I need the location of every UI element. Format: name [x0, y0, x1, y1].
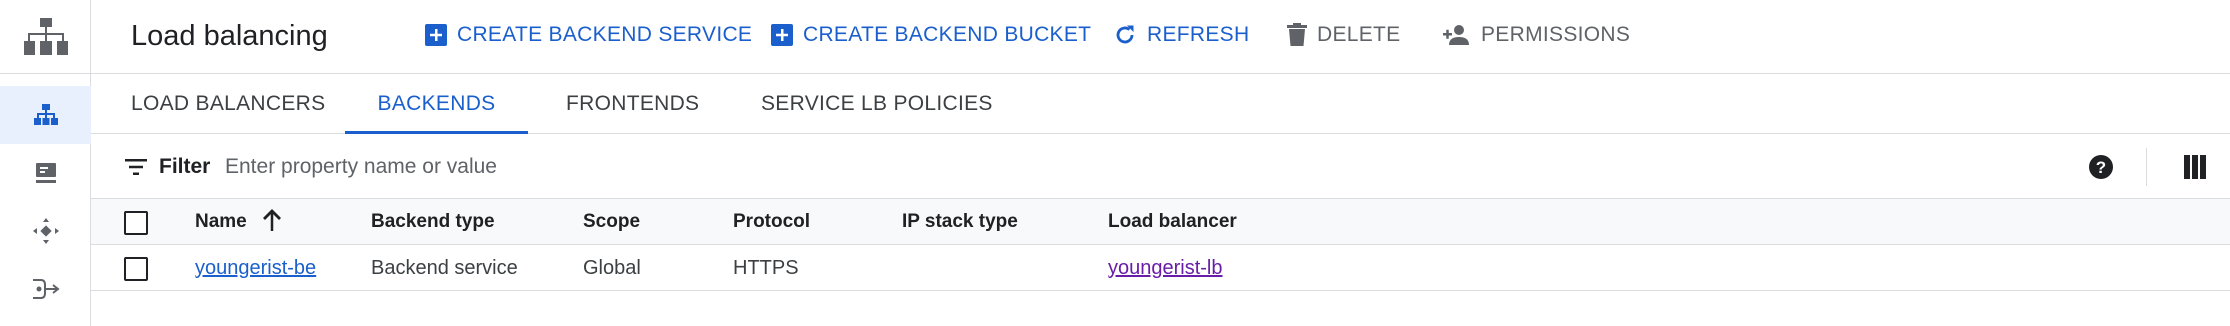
create-backend-bucket-label: CREATE BACKEND BUCKET [803, 23, 1092, 46]
table-header-row: Name Backend type Scope Protocol IP stac… [91, 199, 2230, 245]
delete-label: DELETE [1317, 23, 1401, 46]
permissions-button[interactable]: PERMISSIONS [1443, 18, 1630, 52]
product-logo[interactable] [0, 0, 91, 74]
rail-item-instances[interactable] [0, 144, 91, 202]
rail-item-routing[interactable] [0, 202, 91, 260]
tab-service-lb-policies[interactable]: SERVICE LB POLICIES [761, 74, 993, 134]
svg-text:?: ? [2096, 158, 2106, 177]
filter-label: Filter [159, 155, 211, 178]
backend-type-cell: Backend service [371, 257, 518, 279]
backend-name-link[interactable]: youngerist-be [195, 245, 316, 291]
person-add-icon [1443, 25, 1469, 45]
create-backend-service-button[interactable]: CREATE BACKEND SERVICE [425, 18, 752, 52]
page-header: Load balancing CREATE BACKEND SERVICE CR… [91, 0, 2230, 74]
column-header-scope[interactable]: Scope [583, 199, 640, 245]
tab-bar: LOAD BALANCERS BACKENDS FRONTENDS SERVIC… [91, 74, 2230, 134]
column-header-ip-stack-type[interactable]: IP stack type [902, 199, 1018, 245]
routing-diamond-icon [32, 218, 59, 244]
row-select-checkbox[interactable] [124, 257, 148, 281]
toolbar-divider [2146, 148, 2147, 186]
help-icon[interactable]: ? [2088, 154, 2114, 180]
filter-button[interactable]: Filter [125, 150, 210, 184]
sort-ascending-icon [263, 208, 282, 231]
column-header-load-balancer[interactable]: Load balancer [1108, 199, 1237, 245]
add-box-icon [425, 24, 447, 46]
table-row: youngerist-be Backend service Global HTT… [91, 245, 2230, 291]
tab-frontends[interactable]: FRONTENDS [566, 74, 699, 134]
select-all-checkbox[interactable] [124, 211, 148, 235]
filter-input[interactable] [225, 146, 1125, 188]
traffic-split-icon [32, 279, 60, 299]
filter-bar: Filter ? [91, 134, 2230, 199]
rail-item-traffic[interactable] [0, 260, 91, 318]
protocol-cell: HTTPS [733, 257, 799, 279]
permissions-label: PERMISSIONS [1481, 23, 1631, 46]
create-backend-bucket-button[interactable]: CREATE BACKEND BUCKET [771, 18, 1091, 52]
column-header-protocol[interactable]: Protocol [733, 199, 810, 245]
scope-cell: Global [583, 257, 641, 279]
add-box-icon [771, 24, 793, 46]
delete-button[interactable]: DELETE [1287, 18, 1401, 52]
page-title: Load balancing [131, 20, 328, 52]
tab-load-balancers[interactable]: LOAD BALANCERS [131, 74, 325, 134]
refresh-label: REFRESH [1147, 23, 1250, 46]
tab-backends[interactable]: BACKENDS [345, 74, 528, 134]
column-header-name-label: Name [195, 211, 247, 232]
backends-table: Name Backend type Scope Protocol IP stac… [91, 199, 2230, 291]
rail-item-load-balancing[interactable] [0, 86, 91, 144]
trash-icon [1287, 23, 1307, 46]
refresh-icon [1116, 25, 1134, 44]
network-services-logo-icon [23, 17, 68, 55]
column-header-backend-type[interactable]: Backend type [371, 199, 495, 245]
column-header-name[interactable]: Name [195, 199, 282, 245]
column-display-icon[interactable] [2184, 155, 2206, 179]
filter-list-icon [125, 159, 147, 175]
create-backend-service-label: CREATE BACKEND SERVICE [457, 23, 753, 46]
refresh-button[interactable]: REFRESH [1113, 18, 1249, 52]
load-balancer-link[interactable]: youngerist-lb [1108, 245, 1223, 291]
network-hierarchy-icon [33, 104, 58, 125]
vm-instance-icon [35, 163, 56, 183]
left-rail [0, 0, 91, 326]
